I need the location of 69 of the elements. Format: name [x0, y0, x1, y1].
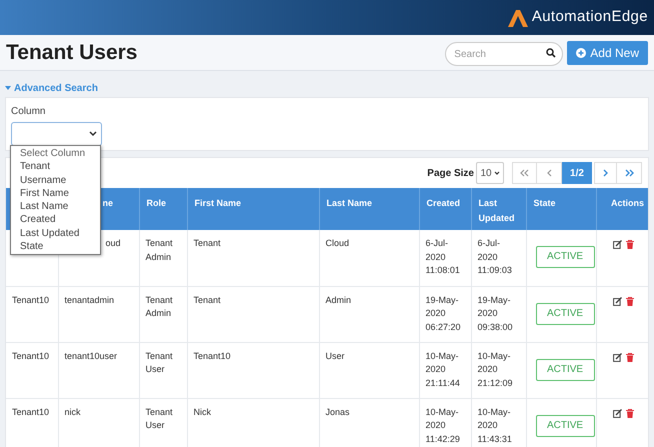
chevron-down-icon [494, 171, 500, 175]
status-badge: ACTIVE [536, 302, 594, 324]
chevron-right-icon [603, 169, 608, 177]
edit-icon[interactable] [613, 296, 622, 306]
table-cell: 10-May-2020 21:12:09 [478, 350, 513, 388]
table-cell: 6-Jul-2020 11:09:03 [478, 238, 512, 275]
table-cell: tenant10user [64, 350, 118, 360]
column-header: Last Updated [471, 188, 526, 230]
double-chevron-right-icon [624, 169, 634, 177]
table-cell: 10-May-2020 11:43:31 [478, 406, 512, 444]
table-cell: Tenant10 [194, 350, 231, 360]
column-label: Column [11, 105, 46, 119]
status-badge: ACTIVE [536, 358, 594, 380]
column-header: Created [419, 188, 471, 230]
chevron-left-icon [546, 169, 552, 177]
column-header: Role [139, 188, 187, 230]
table-cell: Tenant10 [12, 350, 50, 360]
table-cell: 6-Jul-2020 11:08:01 [426, 238, 460, 275]
delete-icon[interactable] [626, 408, 634, 418]
table-cell: Tenant Admin [146, 238, 173, 262]
dropdown-option[interactable]: State [11, 240, 100, 254]
table-cell: Jonas [326, 406, 350, 416]
delete-icon[interactable] [626, 352, 634, 362]
chevron-down-icon [89, 131, 97, 137]
plus-icon [576, 48, 586, 58]
column-select[interactable] [11, 122, 102, 146]
brand-name: AutomationEdge [532, 7, 648, 28]
edit-icon[interactable] [613, 352, 622, 362]
table-cell: User [326, 350, 345, 360]
table-cell: 19-May-2020 09:38:00 [478, 294, 513, 332]
table-cell: 10-May-2020 11:42:29 [426, 406, 460, 444]
table-cell: Nick [194, 406, 211, 416]
page-size-select[interactable]: 10 [476, 162, 504, 184]
dropdown-option[interactable]: Tenant [11, 160, 100, 174]
page-title: Tenant Users [6, 40, 138, 66]
double-chevron-left-icon [520, 169, 529, 177]
logo-icon [506, 8, 530, 28]
table-cell: 19-May-2020 06:27:20 [426, 294, 461, 332]
table-cell: Tenant Admin [146, 294, 173, 318]
column-header: First Name [187, 188, 319, 230]
edit-icon[interactable] [613, 240, 622, 249]
column-header: Last Name [319, 188, 419, 230]
dropdown-option[interactable]: Username [11, 174, 100, 187]
page-size-label: Page Size [427, 166, 474, 180]
caret-down-icon [5, 85, 11, 91]
table-cell: tenantadmin [64, 294, 114, 304]
delete-icon[interactable] [626, 240, 634, 249]
table-cell: Tenant User [146, 350, 173, 374]
table-cell: Tenant [194, 238, 221, 248]
column-header: State [526, 188, 596, 230]
table-cell: oud [106, 238, 121, 248]
first-page-button[interactable] [512, 162, 537, 184]
dropdown-option[interactable]: Select Column [11, 147, 100, 160]
table-cell: Tenant User [146, 406, 173, 430]
column-header: Actions [596, 188, 648, 230]
last-page-button[interactable] [617, 162, 642, 184]
table-cell: Cloud [326, 238, 350, 248]
search-field[interactable]: Search [445, 42, 564, 66]
edit-icon[interactable] [613, 408, 622, 418]
table-cell: Tenant10 [12, 294, 50, 304]
table-cell: nick [64, 406, 81, 416]
status-badge: ACTIVE [536, 414, 594, 436]
table-cell: Admin [326, 294, 352, 304]
delete-icon[interactable] [626, 296, 634, 306]
table-cell: 10-May-2020 21:11:44 [426, 350, 460, 388]
status-badge: ACTIVE [536, 246, 594, 268]
table-cell: Tenant10 [12, 406, 50, 416]
table-cell: Tenant [194, 294, 221, 304]
search-icon [546, 48, 556, 58]
